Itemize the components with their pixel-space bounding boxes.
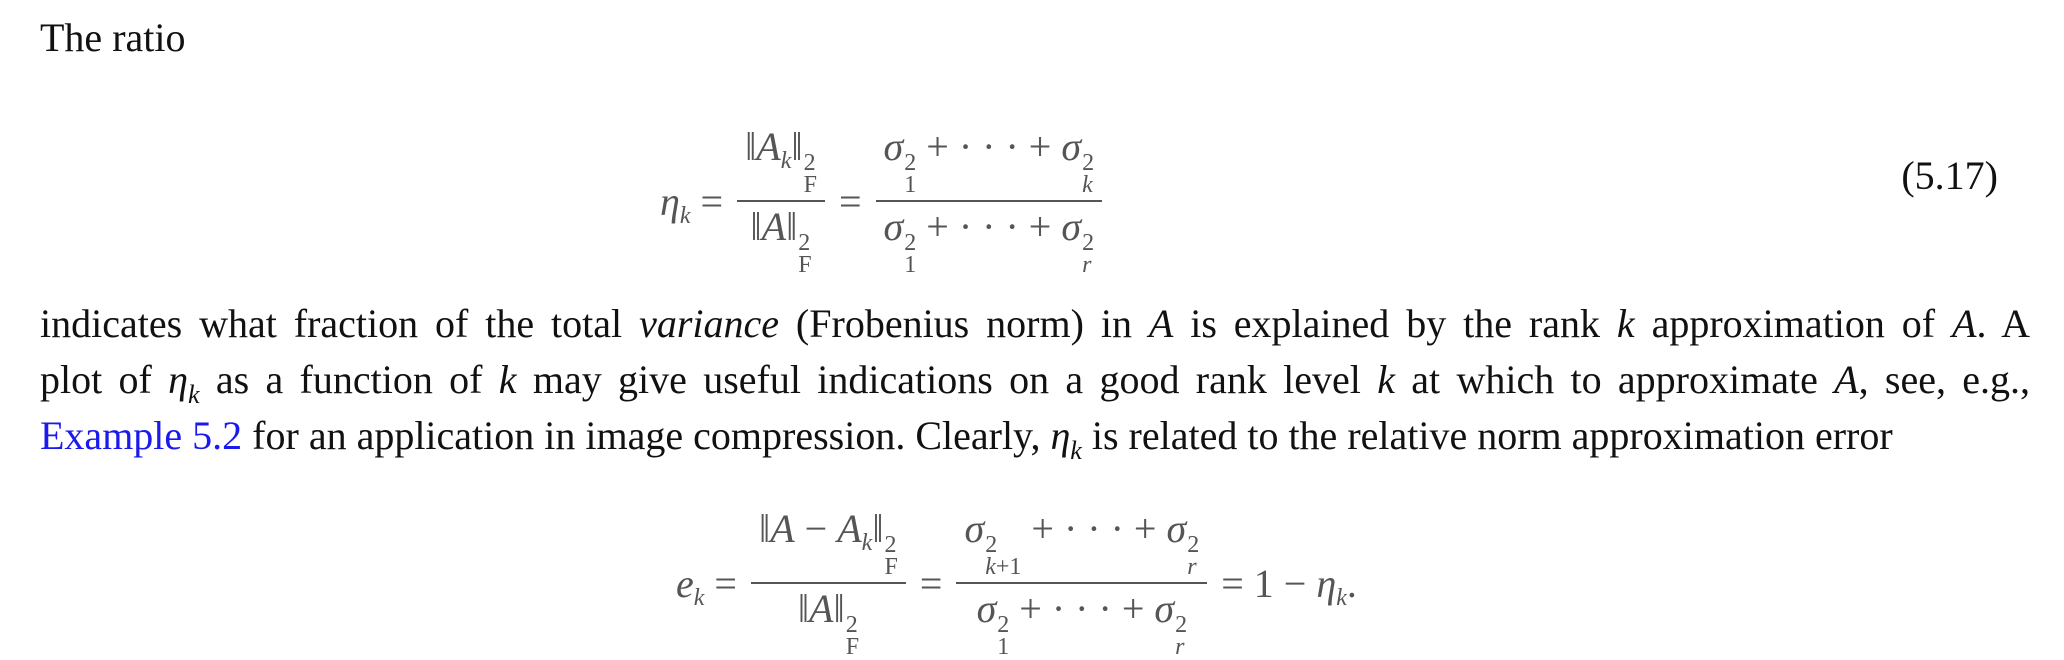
- fraction-sigma-ratio: σ 2 k+1 + · · · + σ2r σ21 + · · · + σ2r: [956, 506, 1208, 660]
- fraction-bar: [875, 200, 1103, 202]
- eq-lhs: ηk =: [660, 178, 724, 229]
- fraction-denominator: ‖A‖ 2 F: [797, 586, 860, 660]
- fraction-numerator: σ 2 k+1 + · · · + σ2r: [964, 506, 1200, 580]
- equation-error: ek = ‖A − Ak‖ 2 F ‖A‖ 2 F = σ 2 k+1 + · · · + …: [676, 506, 1357, 660]
- fraction-bar: [737, 200, 825, 202]
- fraction-sigma-ratio: σ21 + · · · + σ2k σ21 + · · · + σ2r: [875, 124, 1103, 278]
- fraction-denominator: ‖A‖ 2 F: [750, 204, 812, 278]
- fraction-norm-ratio: ‖A − Ak‖ 2 F ‖A‖ 2 F: [750, 506, 906, 660]
- equation-number: (5.17): [1901, 153, 1998, 198]
- fraction-numerator: σ21 + · · · + σ2k: [883, 124, 1095, 198]
- intro-text: The ratio: [40, 15, 186, 60]
- paragraph-line: indicates what fraction of the total var…: [40, 301, 2031, 346]
- fraction-denominator: σ21 + · · · + σ2r: [883, 204, 1095, 278]
- fraction-bar: [956, 582, 1208, 584]
- paragraph-line: plot of ηk as a function of k may give u…: [40, 357, 2031, 409]
- body-paragraph: indicates what fraction of the total var…: [40, 296, 2030, 464]
- example-link[interactable]: Example 5.2: [40, 413, 242, 458]
- fraction-denominator: σ21 + · · · + σ2r: [976, 586, 1188, 660]
- fraction-numerator: ‖A − Ak‖ 2 F: [758, 506, 898, 580]
- fraction-bar: [750, 582, 906, 584]
- equation-5-17: ηk = ‖Ak‖ 2 F ‖A‖ 2 F = σ21 + · · · + σ2k σ2…: [660, 124, 1103, 278]
- paragraph-line: Example 5.2 for an application in image …: [40, 413, 1893, 465]
- eq-rhs: = 1 − ηk.: [1221, 560, 1357, 611]
- eq-lhs: ek =: [676, 560, 737, 611]
- fraction-norm-ratio: ‖Ak‖ 2 F ‖A‖ 2 F: [737, 124, 825, 278]
- fraction-numerator: ‖Ak‖ 2 F: [745, 124, 817, 198]
